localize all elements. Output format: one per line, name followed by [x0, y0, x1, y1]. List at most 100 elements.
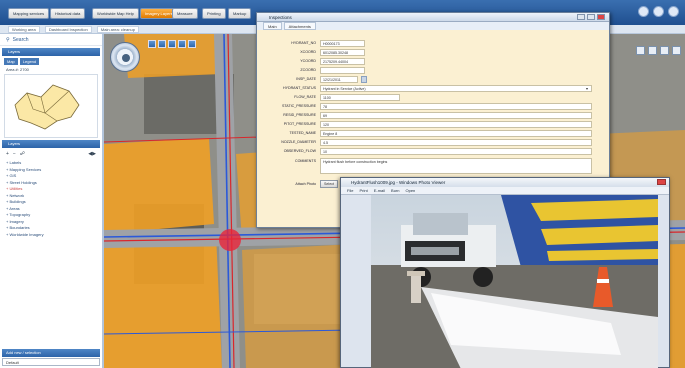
viewer-title: HydrantFlush1009.jpg - Windows Photo Vie…	[351, 180, 446, 185]
field-label: NOZZLE_DIAMETER	[281, 140, 316, 144]
field-label: STATIC_PRESSURE	[281, 104, 316, 108]
field-label: HYDRANT_NO	[291, 41, 316, 45]
field-label: RESID_PRESSURE	[283, 113, 316, 117]
tab-attachments[interactable]: Attachments	[283, 22, 316, 30]
export-icon[interactable]	[672, 46, 681, 55]
nav-button-1[interactable]: Mapping services	[8, 8, 50, 19]
status-select[interactable]: Hydrant in Service (Active)	[320, 85, 592, 92]
settings-icon[interactable]	[653, 6, 664, 17]
field-input[interactable]: 69	[320, 112, 592, 119]
menu-open[interactable]: Open	[405, 187, 415, 194]
field-input[interactable]: 2175209.44004	[320, 58, 365, 65]
minimize-icon[interactable]	[577, 14, 585, 20]
field-input[interactable]: 120	[320, 121, 592, 128]
maximize-icon[interactable]	[587, 14, 595, 20]
locator-label: Area #: 2700	[6, 67, 29, 72]
pan-control[interactable]	[110, 42, 140, 72]
selection-title: Add new / selection	[2, 349, 100, 357]
menu-file[interactable]: File	[347, 187, 353, 194]
measure-icon[interactable]	[636, 46, 645, 55]
field-input[interactable]	[320, 67, 365, 74]
zoom-out-icon[interactable]	[158, 40, 166, 48]
field-label: HYDRANT_STATUS	[282, 86, 316, 90]
panel-title[interactable]: Layers	[2, 48, 100, 56]
nav-button-7[interactable]: Markup	[228, 8, 252, 19]
dialog-title: Inspections	[269, 15, 292, 20]
identify-icon[interactable]	[178, 40, 186, 48]
field-label: XCOORD	[300, 50, 316, 54]
nav-button-2[interactable]: Historical data	[50, 8, 86, 19]
field-label: OBSERVED_FLOW	[283, 149, 316, 153]
calendar-icon[interactable]	[361, 76, 367, 83]
remove-icon[interactable]: −	[13, 151, 16, 157]
map-right-toolbar	[636, 46, 681, 55]
search-label: Search	[12, 36, 29, 43]
menu-print[interactable]: Print	[359, 187, 367, 194]
field-input[interactable]: H0000173	[320, 40, 365, 47]
window-controls	[577, 14, 605, 20]
home-icon[interactable]	[638, 6, 649, 17]
tab-legend[interactable]: Legend	[19, 58, 40, 65]
map-toolbar	[148, 40, 196, 48]
field-label: PITOT_PRESSURE	[283, 122, 316, 126]
tab-map[interactable]: Map	[4, 58, 18, 65]
app-screen: Mapping services Historical data Worldwi…	[0, 0, 685, 368]
comments-label: COMMENTS	[295, 159, 316, 163]
nav-icons	[638, 6, 679, 17]
field-input[interactable]: 10	[320, 148, 592, 155]
search-icon: ⚲	[6, 36, 10, 43]
comments-textarea[interactable]: Hydrant flush before construction begins	[320, 158, 592, 174]
layer-tools: + − ☍ ◀▶	[0, 148, 102, 160]
dialog-title-bar[interactable]: Inspections	[257, 13, 609, 22]
breadcrumb-item[interactable]: Main area: cleanup	[96, 26, 139, 33]
chevron-down-icon[interactable]: ▾	[586, 86, 590, 91]
left-panel: ⚲ Search Layers Map Legend Area #: 2700 …	[0, 34, 104, 368]
hydrant-photo	[371, 195, 658, 368]
dialog-tabs: Main Attachments	[257, 22, 609, 30]
field-label: ZCOORD	[300, 68, 316, 72]
overview-map-shape	[14, 84, 80, 130]
breadcrumb-item[interactable]: Working area	[8, 26, 40, 33]
pan-icon[interactable]	[168, 40, 176, 48]
nav-button-5[interactable]: Measure	[172, 8, 198, 19]
layer-item[interactable]: + Worldwide Imagery	[6, 232, 96, 239]
selection-dropdown[interactable]: Default	[2, 358, 100, 366]
attach-label: Attach Photo	[295, 182, 316, 186]
menu-email[interactable]: E-mail	[374, 187, 385, 194]
field-input[interactable]: 1100	[320, 94, 400, 101]
close-icon[interactable]	[657, 179, 666, 185]
layers-title[interactable]: Layers	[2, 140, 100, 148]
search-bar[interactable]: ⚲ Search	[0, 34, 102, 46]
viewer-title-bar[interactable]: HydrantFlush1009.jpg - Windows Photo Vie…	[341, 178, 669, 187]
tab-main[interactable]: Main	[263, 22, 282, 30]
attach-photo-button[interactable]: Select	[320, 180, 338, 188]
nav-button-3[interactable]: Worldwide Map Help	[92, 8, 139, 19]
field-label: FLOW_RATE	[294, 95, 316, 99]
field-label: TESTED_NAME	[289, 131, 316, 135]
photo-image	[371, 195, 658, 368]
breadcrumb-item[interactable]: Dashboard Inspection	[44, 26, 92, 33]
viewer-menu: File Print E-mail Burn Open	[341, 187, 669, 195]
close-icon[interactable]	[597, 14, 605, 20]
field-input[interactable]: Engine 8	[320, 130, 592, 137]
overview-map[interactable]	[4, 74, 98, 138]
field-input[interactable]: 78	[320, 103, 592, 110]
date-input[interactable]: 12/21/2011	[320, 76, 358, 83]
nav-button-6[interactable]: Printing	[202, 8, 226, 19]
menu-burn[interactable]: Burn	[391, 187, 399, 194]
link-icon[interactable]: ☍	[20, 151, 25, 157]
select-icon[interactable]	[188, 40, 196, 48]
zoom-in-icon[interactable]	[148, 40, 156, 48]
help-icon[interactable]	[668, 6, 679, 17]
field-input[interactable]: 6012085.30248	[320, 49, 365, 56]
collapse-icon[interactable]: ◀▶	[88, 151, 96, 157]
field-label: INSP_DATE	[296, 77, 316, 81]
photo-viewer-window: HydrantFlush1009.jpg - Windows Photo Vie…	[340, 177, 670, 368]
print-icon[interactable]	[660, 46, 669, 55]
field-input[interactable]: 4.5	[320, 139, 592, 146]
panel-tabs: Map Legend	[0, 56, 102, 67]
layer-list: + Labels + Mapping Services + GIS + Street …	[0, 160, 102, 238]
draw-icon[interactable]	[648, 46, 657, 55]
add-icon[interactable]: +	[6, 151, 9, 157]
field-label: YCOORD	[300, 59, 316, 63]
